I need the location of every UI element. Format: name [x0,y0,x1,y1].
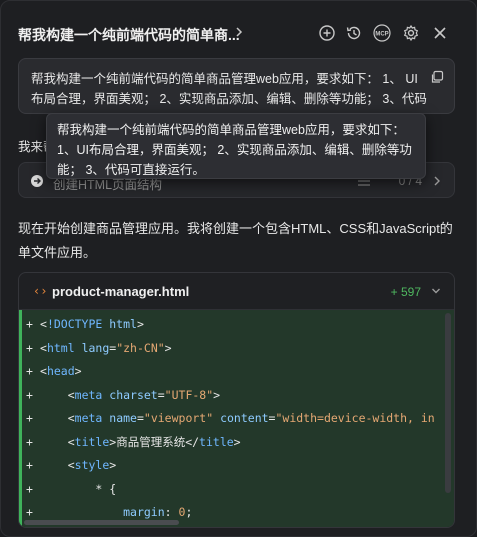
user-prompt-card[interactable]: 帮我构建一个纯前端代码的简单商品管理web应用，要求如下： 1、 UI布局合理，… [18,58,455,114]
prompt-tooltip: 帮我构建一个纯前端代码的简单商品管理web应用，要求如下： 1、UI布局合理，界… [46,113,426,179]
code-line: + <title>商品管理系统</title> [22,430,454,454]
code-text: <title>商品管理系统</title> [67,434,241,449]
code-text: <style> [67,458,117,472]
code-text: <head> [40,364,82,378]
code-line: + <meta name="viewport" content="width=d… [22,406,454,430]
code-line: + * { [22,477,454,501]
new-chat-icon[interactable] [318,24,336,42]
copy-icon[interactable] [430,70,444,84]
added-line-marker: + [26,364,33,378]
file-name[interactable]: product-manager.html [52,284,189,299]
mcp-icon[interactable]: MCP [372,24,392,42]
code-line: + <html lang="zh-CN"> [22,336,454,360]
code-file-card: ‹› product-manager.html + 597 + <!DOCTYPE… [18,272,455,528]
added-line-marker: + [26,481,33,496]
chat-panel: 帮我构建一个纯前端代码的简单商... MCP 帮我构建一个纯前端代码的简单商品管… [0,0,477,537]
assistant-message: 现在开始创建商品管理应用。我将创建一个包含HTML、CSS和JavaScript… [18,221,453,260]
code-text: <meta charset="UTF-8"> [67,387,221,402]
arrow-circle-icon [31,175,43,187]
added-line-marker: + [26,317,33,331]
code-diff: + <!DOCTYPE html> + <html lang="zh-CN"> + <he… [19,310,454,527]
code-text: <meta name="viewport" content="width=dev… [67,411,435,425]
added-line-marker: + [26,411,33,425]
added-lines-badge: + 597 [390,285,421,299]
code-file-header[interactable]: ‹› product-manager.html + 597 [19,273,454,310]
added-line-marker: + [26,340,33,355]
code-line: + <meta charset="UTF-8"> [22,383,454,407]
code-text: <html lang="zh-CN"> [40,340,172,355]
added-line-marker: + [26,434,33,449]
chevron-right-icon[interactable] [233,25,245,39]
horizontal-scrollbar[interactable] [24,520,179,525]
code-line: + <style> [22,453,454,477]
conversation-title[interactable]: 帮我构建一个纯前端代码的简单商... [18,25,240,45]
svg-text:MCP: MCP [375,32,388,38]
chevron-right-icon[interactable] [432,175,442,187]
header: 帮我构建一个纯前端代码的简单商... MCP [1,1,476,51]
code-text: <!DOCTYPE html> [40,317,144,331]
added-line-marker: + [26,458,33,472]
vertical-scrollbar[interactable] [445,313,451,493]
close-icon[interactable] [431,24,449,42]
code-file-icon: ‹› [33,284,48,298]
user-prompt-text: 帮我构建一个纯前端代码的简单商品管理web应用，要求如下： 1、 UI布局合理，… [31,72,427,106]
code-line: + <!DOCTYPE html> [22,312,454,336]
chevron-down-icon[interactable] [431,287,441,295]
added-line-marker: + [26,387,33,402]
code-line: + <head> [22,359,454,383]
history-icon[interactable] [345,24,363,42]
gear-icon[interactable] [402,24,420,42]
code-text: * { [95,481,117,496]
